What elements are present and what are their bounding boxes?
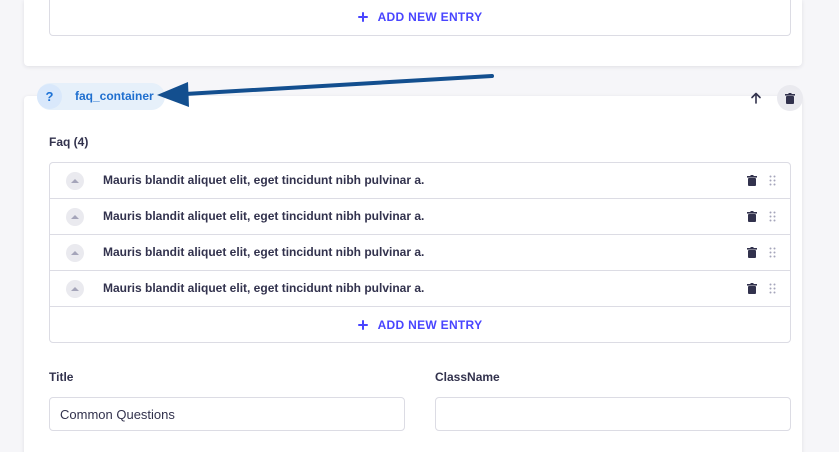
faq-list-item[interactable]: Mauris blandit aliquet elit, eget tincid… xyxy=(50,235,790,271)
faq-item-title[interactable]: Mauris blandit aliquet elit, eget tincid… xyxy=(103,173,424,187)
drag-handle-icon[interactable] xyxy=(769,283,776,294)
faq-item-title[interactable]: Mauris blandit aliquet elit, eget tincid… xyxy=(103,245,424,259)
faq-item-title[interactable]: Mauris blandit aliquet elit, eget tincid… xyxy=(103,209,424,223)
caret-up-icon xyxy=(71,179,79,183)
trash-icon[interactable] xyxy=(747,175,757,186)
classname-input[interactable] xyxy=(435,397,791,431)
add-new-entry-label: ADD NEW ENTRY xyxy=(377,10,483,24)
question-mark-icon[interactable]: ? xyxy=(37,84,62,109)
faq-repeatable-list: Mauris blandit aliquet elit, eget tincid… xyxy=(49,162,791,343)
trash-icon[interactable] xyxy=(747,283,757,294)
add-new-entry-button[interactable]: ADD NEW ENTRY xyxy=(50,307,790,342)
add-new-entry-button-top[interactable]: ADD NEW ENTRY xyxy=(49,0,791,36)
faq-list-item[interactable]: Mauris blandit aliquet elit, eget tincid… xyxy=(50,199,790,235)
plus-icon xyxy=(357,319,368,330)
previous-component-card: ADD NEW ENTRY xyxy=(24,0,802,66)
drag-handle-icon[interactable] xyxy=(769,175,776,186)
component-name-pill[interactable]: ? faq_container xyxy=(37,83,165,110)
caret-up-icon xyxy=(71,215,79,219)
arrow-up-icon xyxy=(751,92,761,104)
plus-icon xyxy=(357,12,368,22)
title-field-label: Title xyxy=(49,370,74,384)
faq-list-item[interactable]: Mauris blandit aliquet elit, eget tincid… xyxy=(50,163,790,199)
add-new-entry-label: ADD NEW ENTRY xyxy=(377,317,483,332)
drag-handle-icon[interactable] xyxy=(769,247,776,258)
faq-list-item[interactable]: Mauris blandit aliquet elit, eget tincid… xyxy=(50,271,790,307)
faq-field-label: Faq (4) xyxy=(49,135,89,149)
caret-up-icon xyxy=(71,251,79,255)
collapse-toggle-button[interactable] xyxy=(66,280,84,298)
trash-icon[interactable] xyxy=(747,211,757,222)
title-input[interactable] xyxy=(49,397,405,431)
component-name: faq_container xyxy=(75,89,154,103)
delete-component-button[interactable] xyxy=(777,85,803,111)
faq-item-title[interactable]: Mauris blandit aliquet elit, eget tincid… xyxy=(103,281,424,295)
classname-field-label: ClassName xyxy=(435,370,500,384)
collapse-toggle-button[interactable] xyxy=(66,208,84,226)
collapse-toggle-button[interactable] xyxy=(66,244,84,262)
drag-handle-icon[interactable] xyxy=(769,211,776,222)
trash-icon xyxy=(785,92,795,104)
collapse-toggle-button[interactable] xyxy=(66,172,84,190)
trash-icon[interactable] xyxy=(747,247,757,258)
move-up-button[interactable] xyxy=(743,85,769,111)
caret-up-icon xyxy=(71,287,79,291)
